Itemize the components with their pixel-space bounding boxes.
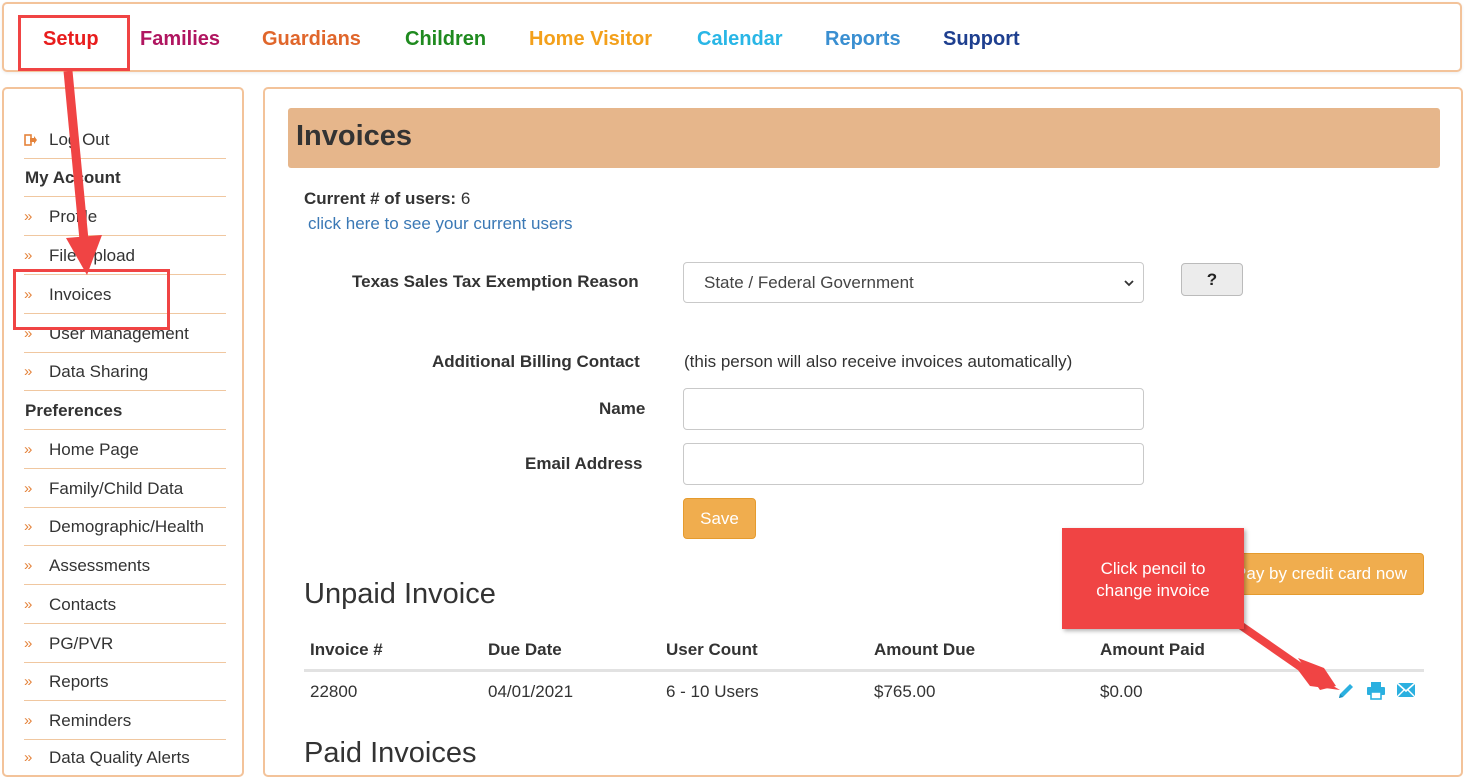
annotation-arrows [63,70,1340,690]
annotation-callout-line-2: change invoice [1096,581,1210,600]
annotation-callout-line-1: Click pencil to [1100,559,1206,578]
annotation-arrow-to-pencil [1237,621,1340,690]
annotation-callout-text: Click pencil to change invoice [1062,558,1244,602]
annotation-arrow-setup-to-invoices [63,70,102,275]
annotation-callout: Click pencil to change invoice [1062,528,1244,629]
